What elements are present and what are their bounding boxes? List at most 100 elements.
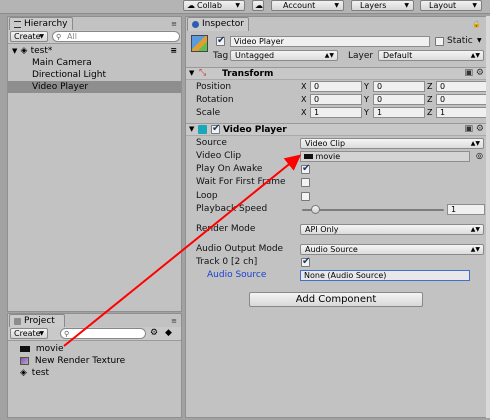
rotation-z-field[interactable]: 0 — [436, 94, 488, 105]
scale-y-field[interactable]: 1 — [373, 107, 425, 118]
source-dropdown[interactable]: Video Clip ▲▼ — [300, 138, 484, 149]
list-item[interactable]: Main Camera — [8, 57, 181, 69]
scrollbar[interactable] — [486, 16, 490, 418]
audio-output-mode-dropdown[interactable]: Audio Source ▲▼ — [300, 244, 484, 255]
transform-title: Transform — [222, 69, 274, 79]
tab-hierarchy[interactable]: Hierarchy — [9, 17, 73, 31]
gear-icon[interactable]: ⚙ — [476, 68, 484, 79]
position-x-field[interactable]: 0 — [310, 81, 362, 92]
add-component-label: Add Component — [295, 294, 377, 305]
list-icon — [14, 21, 21, 28]
source-label: Source — [196, 138, 227, 148]
chevron-down-icon[interactable]: ▼ — [477, 37, 482, 44]
chevron-down-icon: ▼ — [472, 2, 477, 9]
rotation-label: Rotation — [196, 95, 234, 105]
object-name-field[interactable]: Video Player — [230, 36, 430, 47]
filter-by-label-icon[interactable]: ◆ — [165, 328, 172, 338]
chevron-down-icon: ▼ — [235, 2, 240, 9]
chevron-down-icon: ▲▼ — [470, 226, 480, 233]
audio-source-value: None (Audio Source) — [304, 271, 387, 280]
cloud-icon: ☁ — [187, 1, 195, 10]
list-item-selected[interactable]: Video Player — [8, 81, 181, 93]
layer-dropdown[interactable]: Default ▲▼ — [378, 50, 484, 61]
chevron-down-icon: ▼ — [39, 330, 44, 337]
loop-checkbox[interactable] — [301, 192, 310, 201]
tab-inspector[interactable]: Inspector — [187, 17, 249, 31]
object-picker-icon[interactable]: ◎ — [476, 151, 483, 160]
gear-icon[interactable]: ⚙ — [476, 124, 484, 135]
panel-menu-icon[interactable]: ≡ — [171, 20, 177, 28]
wait-first-frame-label: Wait For First Frame — [196, 177, 286, 187]
list-item-label: movie — [35, 344, 64, 354]
render-mode-value: API Only — [305, 225, 339, 234]
expand-arrow-icon: ▼ — [189, 125, 195, 133]
render-texture-icon — [20, 356, 29, 365]
playback-speed-field[interactable]: 1 — [447, 204, 485, 215]
cloud-icon: ☁ — [255, 1, 263, 10]
x-label: X — [301, 95, 307, 104]
chevron-down-icon: ▲▼ — [324, 52, 334, 59]
panel-menu-icon[interactable]: ≡ — [171, 317, 177, 325]
cloud-services-button[interactable]: ☁ — [252, 0, 264, 11]
list-item[interactable]: movie — [8, 343, 181, 355]
layers-label: Layers — [360, 1, 387, 10]
static-checkbox[interactable] — [435, 37, 444, 46]
rotation-x-field[interactable]: 0 — [310, 94, 362, 105]
scale-x-field[interactable]: 1 — [310, 107, 362, 118]
list-item[interactable]: New Render Texture — [8, 355, 181, 367]
collab-button[interactable]: ☁ Collab ▼ — [183, 0, 245, 11]
scene-row[interactable]: ▼ ◈ test* ≡ — [8, 45, 181, 57]
video-player-header[interactable]: ▼ ✔ Video Player ▣ ⚙ — [186, 123, 487, 136]
lock-icon[interactable]: 🔒 — [472, 20, 481, 28]
rotation-y-value: 0 — [377, 95, 383, 104]
video-player-enabled-checkbox[interactable]: ✔ — [211, 123, 220, 134]
rotation-y-field[interactable]: 0 — [373, 94, 425, 105]
active-checkbox[interactable]: ✔ — [216, 35, 225, 46]
x-label: X — [301, 108, 307, 117]
expand-arrow-icon: ▼ — [189, 69, 195, 77]
play-on-awake-checkbox[interactable]: ✔ — [301, 163, 310, 174]
account-button[interactable]: Account ▼ — [271, 0, 344, 11]
add-component-button[interactable]: Add Component — [249, 292, 423, 307]
list-item[interactable]: Directional Light — [8, 69, 181, 81]
tag-dropdown[interactable]: Untagged ▲▼ — [230, 50, 338, 61]
scene-menu-icon[interactable]: ≡ — [170, 45, 177, 57]
tab-project[interactable]: Project — [9, 314, 65, 328]
transform-header[interactable]: ▼ ⤡ Transform ▣ ⚙ — [186, 67, 487, 80]
audio-source-field[interactable]: None (Audio Source) — [300, 270, 470, 281]
help-icon[interactable]: ▣ — [464, 68, 473, 79]
scale-z-field[interactable]: 1 — [436, 107, 488, 118]
wait-first-frame-checkbox[interactable] — [301, 178, 310, 187]
rotation-x-value: 0 — [314, 95, 320, 104]
layout-label: Layout — [429, 1, 457, 10]
create-button[interactable]: Create ▼ — [10, 328, 48, 339]
y-label: Y — [364, 108, 369, 117]
position-x-value: 0 — [314, 82, 320, 91]
layout-dropdown[interactable]: Layout ▼ — [420, 0, 482, 11]
create-button[interactable]: Create ▼ — [10, 31, 48, 42]
list-item-label: Main Camera — [32, 58, 92, 68]
position-z-field[interactable]: 0 — [436, 81, 488, 92]
y-label: Y — [364, 95, 369, 104]
tag-value: Untagged — [235, 51, 275, 60]
track-enabled-checkbox[interactable]: ✔ — [301, 256, 310, 267]
playback-speed-slider[interactable] — [302, 205, 444, 214]
video-player-title: Video Player — [223, 125, 287, 135]
tag-label: Tag — [213, 51, 229, 61]
position-y-field[interactable]: 0 — [373, 81, 425, 92]
list-item-label: Directional Light — [32, 70, 106, 80]
expand-arrow-icon: ▼ — [12, 47, 18, 55]
render-mode-dropdown[interactable]: API Only ▲▼ — [300, 224, 484, 235]
audio-output-mode-value: Audio Source — [305, 245, 358, 254]
filter-by-type-icon[interactable]: ⚙ — [150, 328, 158, 338]
help-icon[interactable]: ▣ — [464, 124, 473, 135]
slider-thumb[interactable] — [311, 205, 320, 214]
y-label: Y — [364, 82, 369, 91]
video-clip-field[interactable]: movie — [300, 151, 470, 162]
list-item[interactable]: ◈ test — [8, 367, 181, 379]
search-icon: ⚲ — [56, 33, 62, 41]
layers-dropdown[interactable]: Layers ▼ — [351, 0, 414, 11]
project-search-input[interactable]: ⚲ — [60, 328, 146, 339]
layer-label: Layer — [348, 51, 374, 61]
hierarchy-search-input[interactable]: ⚲ All — [52, 31, 180, 42]
